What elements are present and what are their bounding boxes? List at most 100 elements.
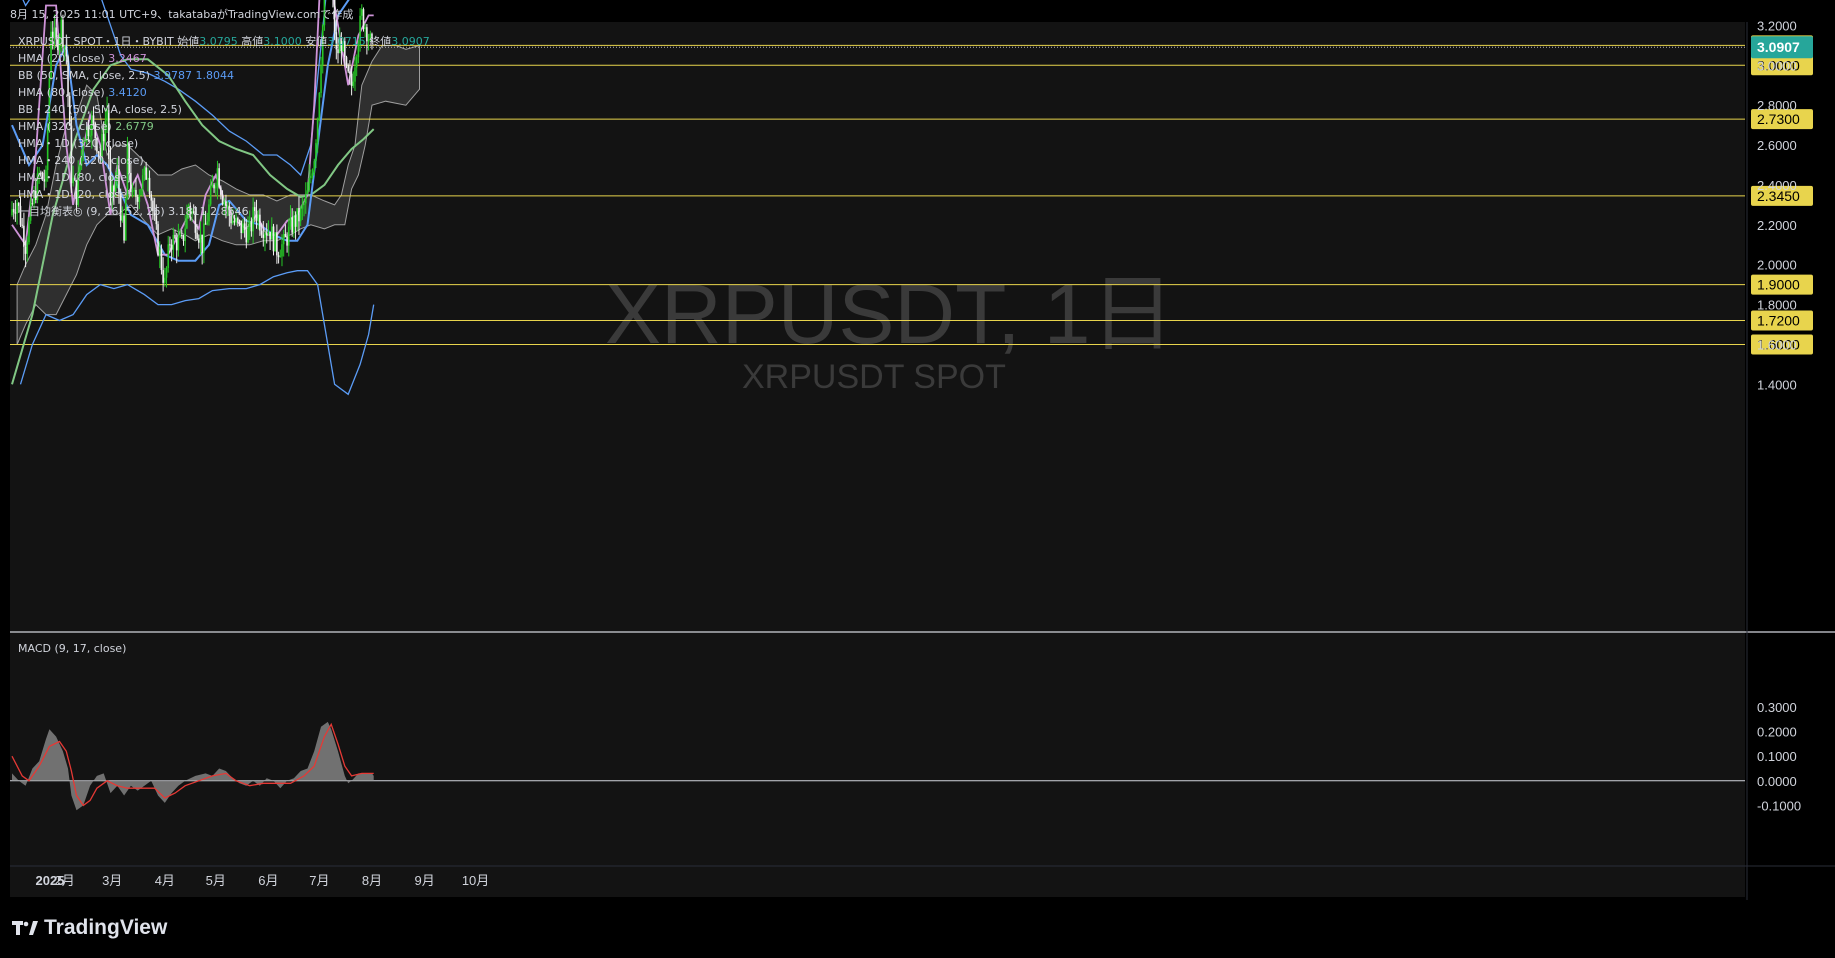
price-tick-label: 1.4000 — [1757, 377, 1797, 392]
candle-body — [170, 244, 173, 250]
candle-body — [182, 235, 185, 241]
time-tick-label: 8月 — [362, 873, 382, 888]
candle-body — [23, 225, 25, 247]
legend-symbol-row[interactable]: XRPUSDT SPOT・1日・BYBIT 始値3.0795 高値3.1000 … — [18, 33, 430, 50]
candle-body — [177, 236, 180, 251]
macd-tick-label: 0.2000 — [1757, 725, 1797, 740]
legend-hma80[interactable]: HMA (80, close) 3.4120 — [18, 84, 430, 101]
time-tick-label: 7月 — [309, 873, 329, 888]
candle-body — [272, 226, 275, 252]
legend-hma1d-20[interactable]: HMA・1D (20, close) — [18, 186, 430, 203]
candle-body — [204, 223, 207, 225]
legend-close-label: 終値 — [369, 35, 392, 48]
legend-hma320-value: 2.6779 — [115, 120, 154, 133]
candle-body — [279, 256, 282, 258]
candle-body — [270, 226, 273, 240]
macd-legend-label: MACD (9, 17, close) — [18, 642, 127, 655]
legend-ichimoku-value1: 3.1811 — [168, 205, 207, 218]
time-tick-label: 2月 — [55, 873, 75, 888]
candle-body — [238, 220, 241, 222]
candle-body — [165, 267, 168, 278]
watermark-subtitle: XRPUSDT SPOT — [742, 358, 1006, 396]
candle-body — [286, 236, 288, 246]
candle-body — [172, 234, 175, 250]
candle-body — [274, 232, 276, 252]
candle-body — [184, 228, 186, 241]
candle-body — [276, 232, 278, 256]
candle-body — [206, 221, 209, 225]
candle-body — [269, 232, 271, 240]
candle-body — [158, 249, 161, 255]
legend-hma240-320[interactable]: HMA・240 (320, close) — [18, 152, 430, 169]
indicator-legend: XRPUSDT SPOT・1日・BYBIT 始値3.0795 高値3.1000 … — [18, 33, 430, 220]
candle-body — [11, 209, 13, 216]
candle-body — [245, 229, 248, 243]
candle-body — [199, 234, 202, 243]
macd-tick-label: 0.1000 — [1757, 749, 1797, 764]
legend-bb-label: BB (50, SMA, close, 2.5) — [18, 69, 150, 82]
legend-high-label: 高値 — [241, 35, 264, 48]
legend-hma1d-320-label: HMA・1D (320, close) — [18, 137, 139, 150]
legend-low-value: 3.0715 — [327, 35, 366, 48]
legend-hma1d-320[interactable]: HMA・1D (320, close) — [18, 135, 430, 152]
candle-body — [167, 244, 170, 268]
candle-body — [233, 220, 236, 223]
time-tick-label: 4月 — [155, 873, 175, 888]
legend-hma20-value: 3.2467 — [108, 52, 147, 65]
time-axis[interactable]: 20252月 3月 4月 5月 6月 7月 8月 9月 10月 — [36, 873, 490, 888]
time-tick-label: 9月 — [414, 873, 434, 888]
legend-hma320[interactable]: HMA (320, close) 2.6779 — [18, 118, 430, 135]
candle-body — [174, 234, 176, 239]
time-tick-label: 5月 — [206, 873, 226, 888]
legend-hma1d-80[interactable]: HMA・1D (80, close) — [18, 169, 430, 186]
legend-ichimoku-value2: 2.8646 — [210, 205, 249, 218]
candle-body — [24, 246, 27, 254]
watermark-symbol: XRPUSDT, 1日 — [605, 267, 1174, 361]
candle-body — [169, 244, 171, 246]
legend-bb240[interactable]: BB・240 (50, SMA, close, 2.5) — [18, 101, 430, 118]
candle-body — [264, 233, 266, 238]
candle-body — [181, 235, 183, 237]
price-tick-label: 2.0000 — [1757, 258, 1797, 273]
legend-ichimoku-label: 一目均衡表◎ (9, 26, 52, 26) — [18, 205, 165, 218]
candle-body — [164, 277, 166, 283]
candle-body — [282, 234, 285, 245]
legend-bb[interactable]: BB (50, SMA, close, 2.5) 3.9787 1.8044 — [18, 67, 430, 84]
candle-body — [287, 226, 290, 246]
legend-ichimoku[interactable]: 一目均衡表◎ (9, 26, 52, 26) 3.1811 2.8646 — [18, 203, 430, 220]
price-tick-label: 3.2000 — [1757, 18, 1797, 33]
macd-tick-label: -0.1000 — [1757, 798, 1801, 813]
level-label: 1.7200 — [1757, 313, 1800, 329]
candle-body — [250, 221, 253, 232]
legend-hma20[interactable]: HMA (20, close) 3.2467 — [18, 50, 430, 67]
level-label: 2.7300 — [1757, 111, 1800, 127]
tradingview-logo[interactable]: TradingView — [12, 916, 167, 940]
candle-body — [242, 223, 244, 233]
legend-low-label: 安値 — [305, 35, 328, 48]
candle-body — [21, 224, 23, 226]
candle-body — [260, 230, 263, 235]
snapshot-title: 8月 15, 2025 11:01 UTC+9、takatabaがTrading… — [10, 8, 354, 21]
legend-bb240-label: BB・240 (50, SMA, close, 2.5) — [18, 103, 182, 116]
macd-tick-label: 0.3000 — [1757, 700, 1797, 715]
legend-close-value: 3.0907 — [391, 35, 430, 48]
price-tick-label: 1.6000 — [1757, 337, 1797, 352]
candle-body — [26, 242, 29, 254]
price-tick-label: 2.6000 — [1757, 138, 1797, 153]
legend-bb-upper: 3.9787 — [153, 69, 192, 82]
candle-body — [203, 223, 205, 253]
price-tick-label: 2.8000 — [1757, 98, 1797, 113]
legend-open-value: 3.0795 — [199, 35, 238, 48]
candle-body — [14, 212, 17, 214]
candle-body — [196, 232, 198, 239]
candle-body — [265, 233, 268, 235]
legend-hma1d-80-label: HMA・1D (80, close) — [18, 171, 132, 184]
candle-body — [160, 249, 163, 271]
time-tick-label: 10月 — [462, 873, 489, 888]
legend-hma240-320-label: HMA・240 (320, close) — [18, 154, 144, 167]
macd-legend[interactable]: MACD (9, 17, close) — [18, 640, 126, 657]
price-tick-label: 2.4000 — [1757, 178, 1797, 193]
candle-body — [364, 27, 366, 30]
time-tick-label: 6月 — [258, 873, 278, 888]
candle-body — [179, 235, 181, 237]
